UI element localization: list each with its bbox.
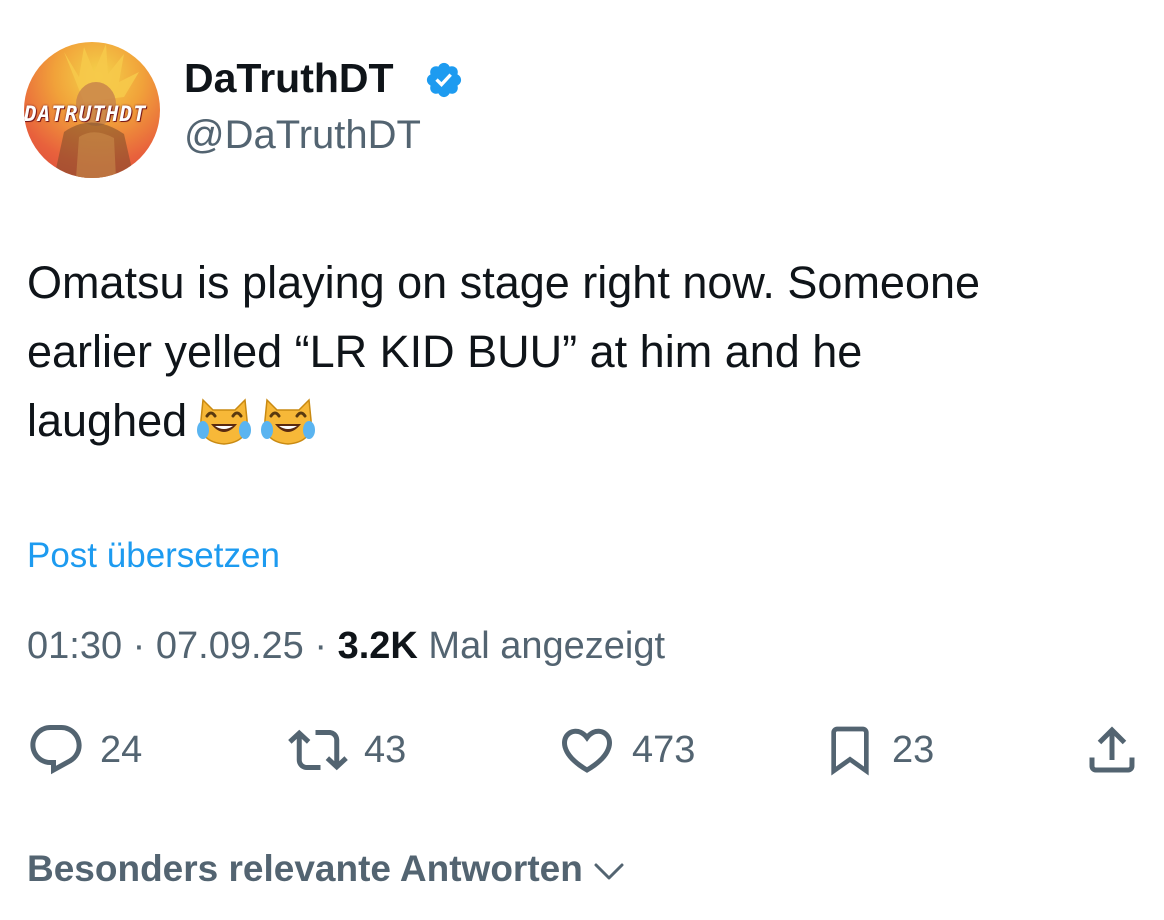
translate-post-link[interactable]: Post übersetzen bbox=[27, 536, 280, 576]
view-count: 3.2K bbox=[337, 625, 418, 667]
meta-separator: · bbox=[132, 625, 146, 667]
reply-button[interactable]: 24 bbox=[26, 720, 142, 780]
emoji-group bbox=[195, 392, 323, 467]
retweet-count: 43 bbox=[364, 728, 407, 771]
avatar[interactable]: DATRUTHDT bbox=[24, 42, 160, 178]
tweet-text: Omatsu is playing on stage right now. So… bbox=[27, 248, 1137, 467]
cat-tears-of-joy-emoji-icon bbox=[197, 398, 252, 445]
like-count: 473 bbox=[632, 728, 696, 771]
chevron-down-icon bbox=[594, 863, 624, 880]
meta-separator: · bbox=[314, 625, 328, 667]
display-name[interactable]: DaTruthDT bbox=[184, 55, 394, 102]
tweet-line: earlier yelled “LR KID BUU” at him and h… bbox=[27, 326, 863, 377]
handle[interactable]: @DaTruthDT bbox=[184, 113, 421, 158]
share-button[interactable] bbox=[1082, 720, 1142, 780]
reply-icon bbox=[30, 725, 82, 775]
verified-badge-icon bbox=[426, 62, 462, 98]
retweet-button[interactable]: 43 bbox=[286, 720, 406, 780]
bookmark-icon bbox=[831, 726, 869, 776]
avatar-logo-text: DATRUTHDT bbox=[24, 102, 147, 126]
bookmark-count: 23 bbox=[892, 728, 935, 771]
tweet-time[interactable]: 01:30 bbox=[27, 625, 122, 667]
views-label: Mal angezeigt bbox=[428, 625, 666, 667]
tweet-line: laughed bbox=[27, 386, 1137, 467]
tweet-line-text: laughed bbox=[27, 395, 188, 446]
tweet-date[interactable]: 07.09.25 bbox=[156, 625, 304, 667]
replies-sort-dropdown[interactable]: Besonders relevante Antworten bbox=[27, 848, 625, 890]
replies-sort-label: Besonders relevante Antworten bbox=[27, 848, 583, 889]
share-icon bbox=[1089, 726, 1135, 773]
tweet-meta: 01:30 · 07.09.25 · 3.2K Mal angezeigt bbox=[27, 625, 665, 668]
heart-icon bbox=[561, 728, 613, 773]
retweet-icon bbox=[288, 729, 348, 771]
reply-count: 24 bbox=[100, 728, 143, 771]
bookmark-button[interactable]: 23 bbox=[822, 720, 934, 780]
like-button[interactable]: 473 bbox=[556, 720, 695, 780]
tweet-detail: DATRUTHDT DaTruthDT @DaTruthDT Omatsu is… bbox=[0, 0, 1164, 920]
tweet-line: Omatsu is playing on stage right now. So… bbox=[27, 257, 981, 308]
cat-tears-of-joy-emoji-icon bbox=[261, 398, 316, 445]
